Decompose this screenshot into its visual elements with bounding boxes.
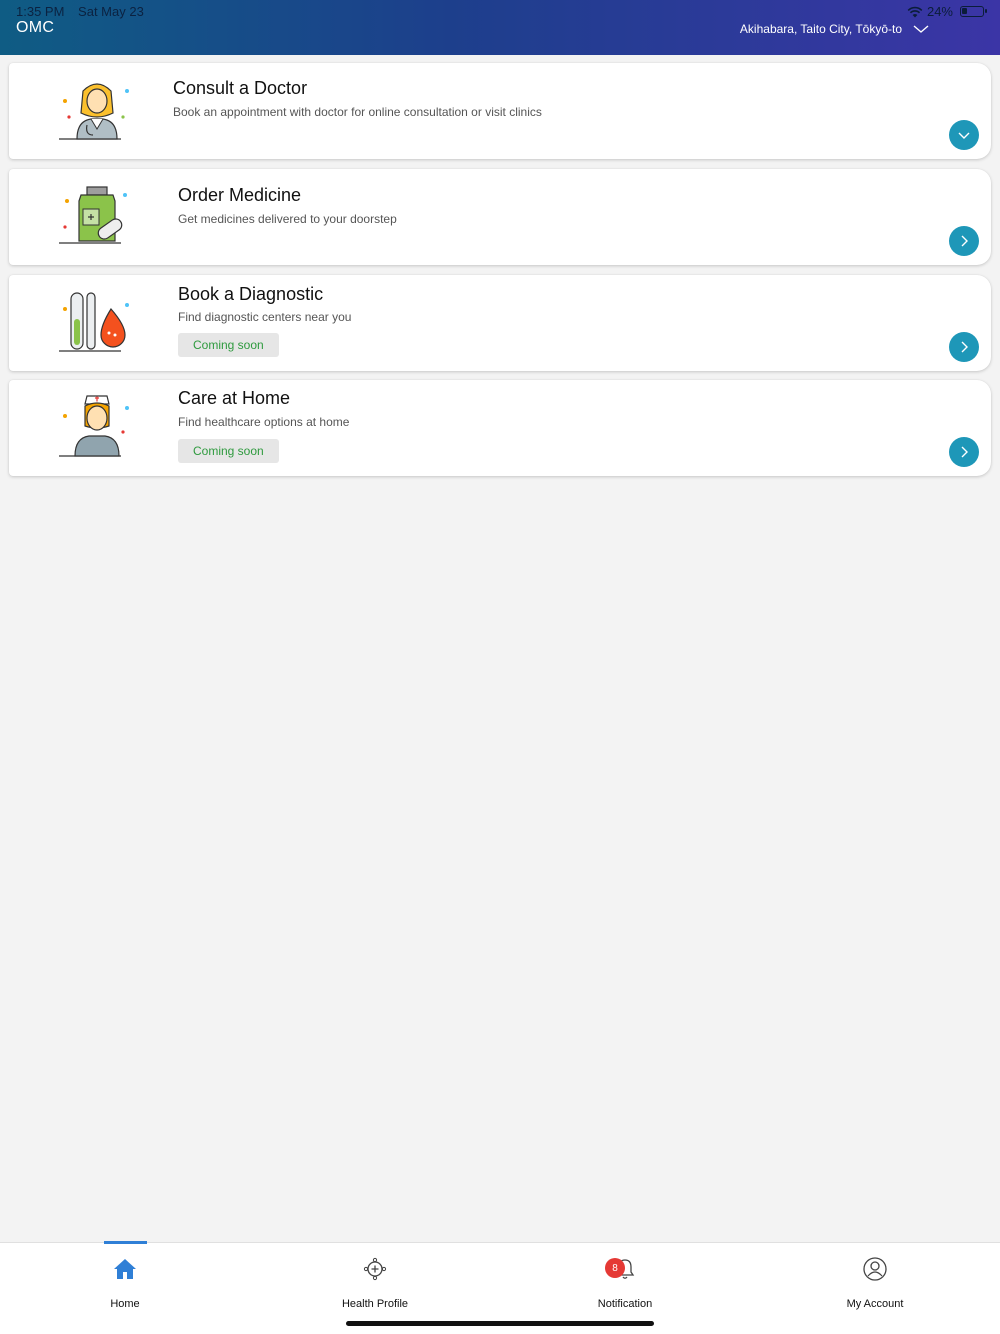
card-description: Get medicines delivered to your doorstep <box>178 212 397 226</box>
notification-count-badge: 8 <box>605 1258 625 1278</box>
open-button[interactable] <box>949 332 979 362</box>
location-label: Akihabara, Taito City, Tōkyō-to <box>739 22 902 36</box>
order-medicine-card[interactable]: Order Medicine Get medicines delivered t… <box>9 169 991 265</box>
doctor-illustration-icon <box>59 83 129 140</box>
status-bar-left: 1:35 PM Sat May 23 <box>16 4 154 19</box>
open-button[interactable] <box>949 226 979 256</box>
home-icon <box>110 1254 140 1284</box>
chevron-right-icon <box>961 235 968 247</box>
active-tab-indicator <box>104 1241 147 1244</box>
chevron-down-icon <box>913 25 929 33</box>
consult-doctor-card[interactable]: Consult a Doctor Book an appointment wit… <box>9 63 991 159</box>
app-header: 1:35 PM Sat May 23 24% OMC Akihabara, Ta… <box>0 0 1000 55</box>
test-tube-blood-icon <box>59 292 129 352</box>
nav-label: Home <box>110 1298 140 1310</box>
book-diagnostic-card[interactable]: Book a Diagnostic Find diagnostic center… <box>9 275 991 371</box>
card-title: Book a Diagnostic <box>178 284 324 304</box>
open-button[interactable] <box>949 437 979 467</box>
nurse-illustration-icon <box>59 395 129 457</box>
card-title: Order Medicine <box>178 185 302 205</box>
nav-home[interactable]: Home <box>0 1241 250 1334</box>
nav-label: Notification <box>597 1298 653 1310</box>
status-date: Sat May 23 <box>78 4 144 19</box>
nav-my-account[interactable]: My Account <box>750 1243 1000 1334</box>
coming-soon-badge: Coming soon <box>178 333 279 357</box>
status-time: 1:35 PM <box>16 4 65 19</box>
home-indicator[interactable] <box>346 1321 654 1326</box>
care-at-home-card[interactable]: Care at Home Find healthcare options at … <box>9 380 991 476</box>
expand-button[interactable] <box>949 120 979 150</box>
coming-soon-badge: Coming soon <box>178 439 279 463</box>
card-title: Care at Home <box>178 388 291 408</box>
card-description: Book an appointment with doctor for onli… <box>173 105 542 119</box>
card-description: Find diagnostic centers near you <box>178 310 352 324</box>
nav-label: Health Profile <box>341 1298 409 1310</box>
chevron-right-icon <box>961 341 968 353</box>
account-icon <box>860 1254 890 1284</box>
nav-label: My Account <box>846 1298 904 1310</box>
bell-icon: 8 <box>605 1254 640 1284</box>
card-title: Consult a Doctor <box>173 78 308 98</box>
medicine-bottle-icon <box>59 186 127 244</box>
card-description: Find healthcare options at home <box>178 415 350 429</box>
location-selector[interactable]: Akihabara, Taito City, Tōkyō-to <box>740 16 930 42</box>
chevron-down-icon <box>958 132 970 139</box>
battery-icon <box>960 6 987 17</box>
chevron-right-icon <box>961 446 968 458</box>
battery-percent: 24% <box>926 4 953 19</box>
app-title: OMC <box>16 19 55 36</box>
health-profile-icon <box>360 1254 390 1284</box>
